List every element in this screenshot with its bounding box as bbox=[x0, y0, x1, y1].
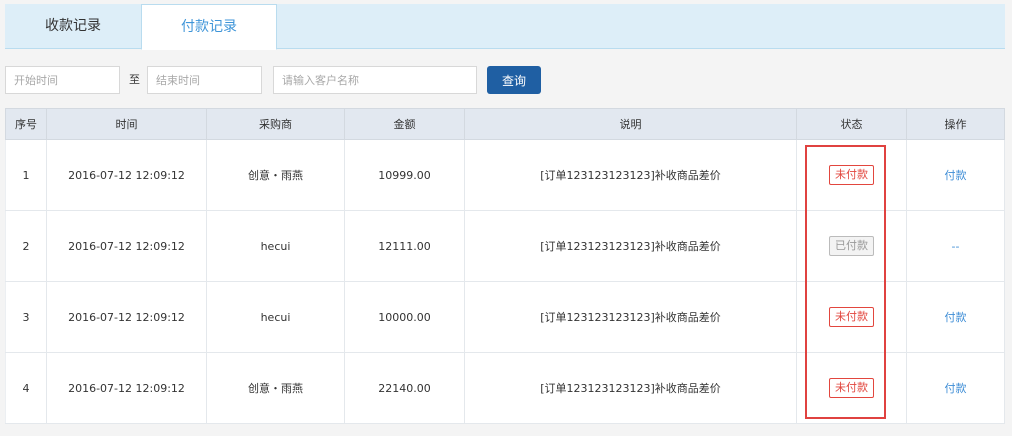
row-description: [订单123123123123]补收商品差价 bbox=[464, 139, 797, 211]
row-buyer: 创意・雨燕 bbox=[206, 352, 345, 424]
pay-link[interactable]: 付款 bbox=[945, 382, 967, 395]
tab-payment-records[interactable]: 付款记录 bbox=[141, 4, 277, 50]
table-row: 4 2016-07-12 12:09:12 创意・雨燕 22140.00 [订单… bbox=[5, 352, 1005, 424]
query-button[interactable]: 查询 bbox=[487, 66, 541, 94]
row-description: [订单123123123123]补收商品差价 bbox=[464, 352, 797, 424]
row-time: 2016-07-12 12:09:12 bbox=[46, 281, 207, 353]
row-index: 3 bbox=[5, 281, 47, 353]
table-row: 3 2016-07-12 12:09:12 hecui 10000.00 [订单… bbox=[5, 281, 1005, 353]
row-action-cell: 付款 bbox=[906, 139, 1005, 211]
row-action-cell: -- bbox=[906, 210, 1005, 282]
status-badge: 已付款 bbox=[829, 236, 874, 256]
table-header-row: 序号 时间 采购商 金额 说明 状态 操作 bbox=[5, 108, 1005, 140]
row-description: [订单123123123123]补收商品差价 bbox=[464, 281, 797, 353]
status-badge: 未付款 bbox=[829, 307, 874, 327]
row-buyer: hecui bbox=[206, 210, 345, 282]
row-time: 2016-07-12 12:09:12 bbox=[46, 139, 207, 211]
row-amount: 10999.00 bbox=[344, 139, 465, 211]
pay-link[interactable]: 付款 bbox=[945, 169, 967, 182]
header-description: 说明 bbox=[464, 108, 797, 140]
tab-receipt-records[interactable]: 收款记录 bbox=[5, 4, 141, 49]
row-status-cell: 未付款 bbox=[796, 139, 907, 211]
header-status: 状态 bbox=[796, 108, 907, 140]
end-time-input[interactable] bbox=[147, 66, 262, 94]
header-time: 时间 bbox=[46, 108, 207, 140]
status-badge: 未付款 bbox=[829, 378, 874, 398]
row-buyer: hecui bbox=[206, 281, 345, 353]
no-action-placeholder: -- bbox=[951, 239, 960, 253]
row-status-cell: 未付款 bbox=[796, 352, 907, 424]
header-index: 序号 bbox=[5, 108, 47, 140]
row-index: 4 bbox=[5, 352, 47, 424]
row-time: 2016-07-12 12:09:12 bbox=[46, 210, 207, 282]
customer-name-input[interactable] bbox=[273, 66, 477, 94]
row-action-cell: 付款 bbox=[906, 281, 1005, 353]
row-action-cell: 付款 bbox=[906, 352, 1005, 424]
header-buyer: 采购商 bbox=[206, 108, 345, 140]
row-amount: 10000.00 bbox=[344, 281, 465, 353]
row-status-cell: 未付款 bbox=[796, 281, 907, 353]
row-index: 1 bbox=[5, 139, 47, 211]
row-status-cell: 已付款 bbox=[796, 210, 907, 282]
row-index: 2 bbox=[5, 210, 47, 282]
header-amount: 金额 bbox=[344, 108, 465, 140]
payment-records-table: 序号 时间 采购商 金额 说明 状态 操作 1 2016-07-12 12:09… bbox=[5, 108, 1005, 424]
tab-bar: 收款记录 付款记录 bbox=[5, 4, 1005, 50]
status-badge: 未付款 bbox=[829, 165, 874, 185]
start-time-input[interactable] bbox=[5, 66, 120, 94]
row-amount: 22140.00 bbox=[344, 352, 465, 424]
row-buyer: 创意・雨燕 bbox=[206, 139, 345, 211]
row-time: 2016-07-12 12:09:12 bbox=[46, 352, 207, 424]
table-row: 1 2016-07-12 12:09:12 创意・雨燕 10999.00 [订单… bbox=[5, 139, 1005, 211]
table-row: 2 2016-07-12 12:09:12 hecui 12111.00 [订单… bbox=[5, 210, 1005, 282]
pay-link[interactable]: 付款 bbox=[945, 311, 967, 324]
row-description: [订单123123123123]补收商品差价 bbox=[464, 210, 797, 282]
header-action: 操作 bbox=[906, 108, 1005, 140]
to-label: 至 bbox=[129, 73, 140, 86]
row-amount: 12111.00 bbox=[344, 210, 465, 282]
